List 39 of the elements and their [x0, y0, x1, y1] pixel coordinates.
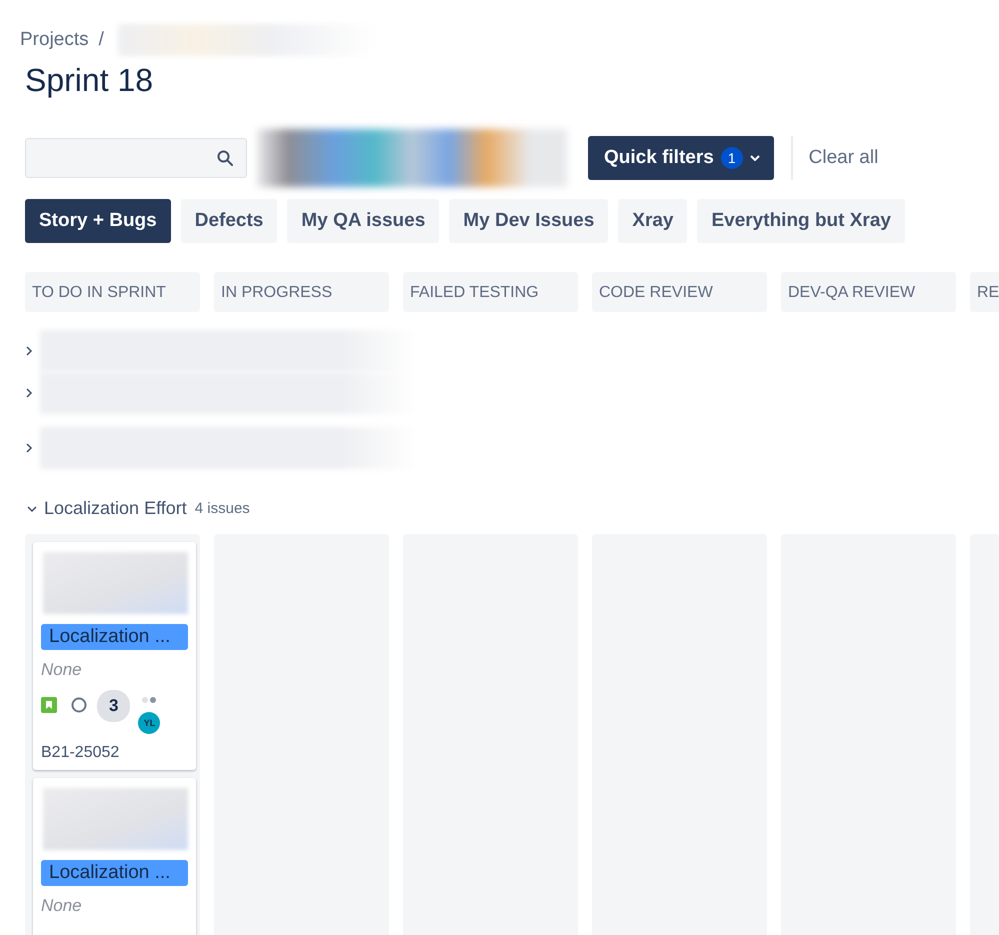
chevron-right-icon[interactable]: [25, 346, 33, 356]
column-header: FAILED TESTING: [403, 272, 578, 312]
chevron-down-icon: [750, 155, 760, 161]
breadcrumb-link[interactable]: Projects: [20, 29, 89, 51]
filter-chip[interactable]: Story + Bugs: [25, 199, 171, 243]
clear-all-button[interactable]: Clear all: [802, 143, 884, 173]
assignee-avatar: YL: [138, 712, 160, 734]
filter-chip[interactable]: Xray: [618, 199, 688, 243]
priority-dots-icon: [141, 696, 158, 704]
fix-version-text: None: [41, 896, 83, 916]
issue-card[interactable]: Localization ... None: [33, 778, 196, 935]
page-title: Sprint 18: [25, 62, 154, 99]
status-circle-icon: [71, 697, 87, 713]
estimate-badge: 3: [97, 690, 130, 722]
epic-label: Localization ...: [41, 624, 188, 650]
quick-filters-button[interactable]: Quick filters 1: [588, 136, 774, 180]
epic-label: Localization ...: [41, 860, 188, 886]
chevron-right-icon[interactable]: [25, 388, 33, 398]
story-icon: [41, 697, 57, 713]
column-header: TO DO IN SPRINT: [25, 272, 200, 312]
column-header: IN PROGRESS: [214, 272, 389, 312]
chevron-down-icon[interactable]: [27, 504, 37, 512]
issue-card[interactable]: Localization ... None 3 YL B21-25052: [33, 542, 196, 770]
filter-chip[interactable]: Everything but Xray: [697, 199, 905, 243]
breadcrumb-separator: /: [98, 29, 104, 51]
fix-version-text: None: [41, 660, 83, 680]
swimlane-title: Localization Effort: [44, 498, 187, 519]
column-header: DEV-QA REVIEW: [781, 272, 956, 312]
search-field[interactable]: [25, 138, 247, 178]
filter-chip[interactable]: Defects: [180, 199, 278, 243]
filter-chip[interactable]: My QA issues: [287, 199, 440, 243]
issue-count: 4 issues: [194, 500, 250, 517]
filter-chip[interactable]: My Dev Issues: [449, 199, 608, 243]
issue-key[interactable]: B21-25052: [41, 744, 188, 762]
search-icon: [217, 150, 233, 166]
chevron-right-icon[interactable]: [25, 443, 33, 453]
count-badge: 1: [720, 147, 743, 169]
column-header: CODE REVIEW: [592, 272, 767, 312]
column-header: RE: [970, 272, 999, 312]
